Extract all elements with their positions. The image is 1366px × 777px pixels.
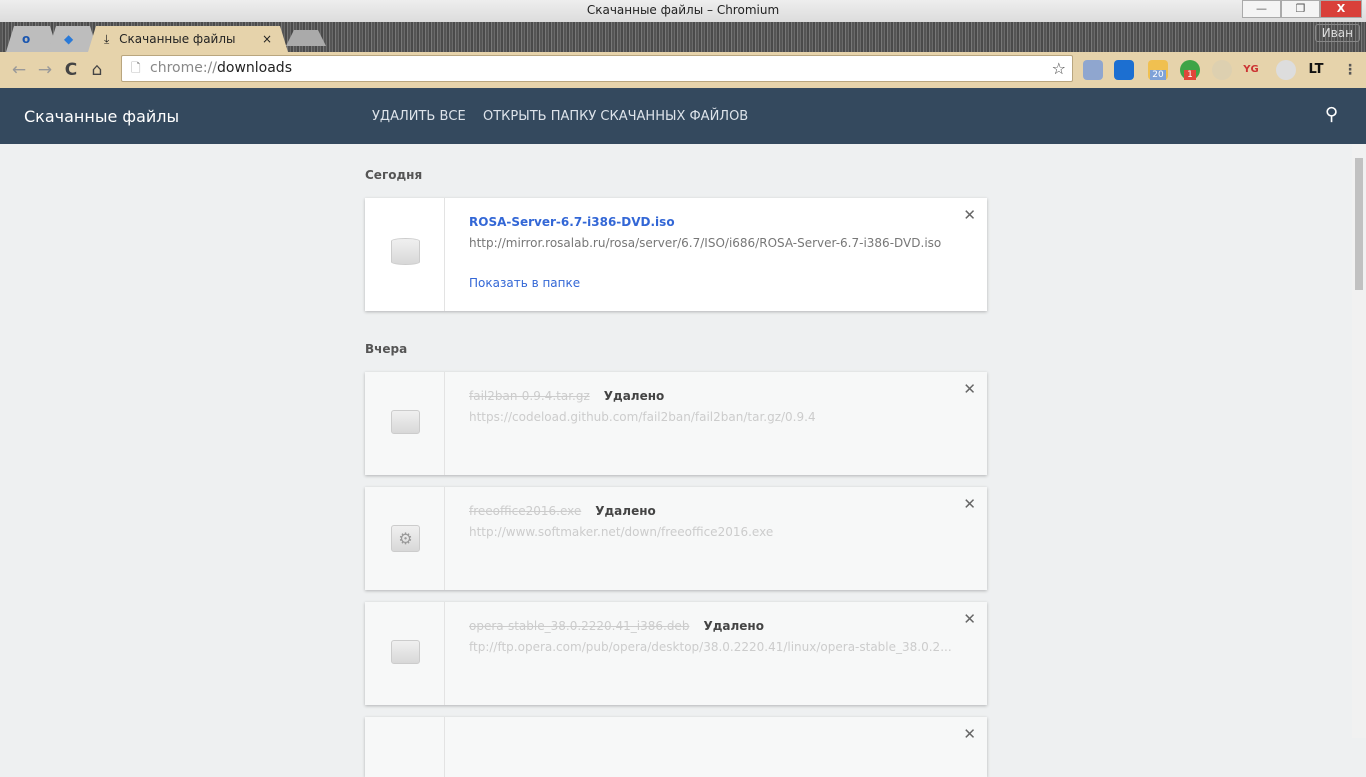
search-icon[interactable]: ⚲ bbox=[1325, 104, 1338, 125]
download-item: fail2ban-0.9.4.tar.gz Удалено https://cod… bbox=[365, 372, 987, 475]
address-bar[interactable]: 🗋 chrome://downloads ☆ bbox=[121, 55, 1073, 82]
section-today: Сегодня bbox=[365, 168, 423, 182]
remove-icon[interactable]: ✕ bbox=[963, 610, 976, 628]
clear-all-button[interactable]: УДАЛИТЬ ВСЕ bbox=[372, 109, 466, 124]
remove-icon[interactable]: ✕ bbox=[963, 725, 976, 743]
status-deleted: Удалено bbox=[603, 389, 665, 403]
extension-icon[interactable] bbox=[1212, 60, 1232, 80]
scrollbar-thumb[interactable] bbox=[1355, 158, 1363, 290]
section-yesterday: Вчера bbox=[365, 342, 408, 356]
yg-extension-icon[interactable]: YG bbox=[1241, 60, 1261, 80]
browser-toolbar: ← → C ⌂ 🗋 chrome://downloads ☆ 20 1 YG L… bbox=[0, 52, 1366, 88]
tab-title: Скачанные файлы bbox=[119, 32, 236, 46]
open-downloads-folder-button[interactable]: ОТКРЫТЬ ПАПКУ СКАЧАННЫХ ФАЙЛОВ bbox=[483, 109, 748, 124]
disc-file-icon bbox=[391, 238, 420, 265]
file-name: opera-stable_38.0.2220.41_i386.deb bbox=[469, 619, 690, 633]
mail-extension-icon[interactable] bbox=[1083, 60, 1103, 80]
pushbullet-extension-icon[interactable]: 1 bbox=[1180, 60, 1200, 80]
show-in-folder-link[interactable]: Показать в папке bbox=[469, 276, 580, 290]
remove-icon[interactable]: ✕ bbox=[963, 495, 976, 513]
profile-button[interactable]: Иван bbox=[1314, 24, 1360, 42]
download-item-partial: ✕ bbox=[365, 717, 987, 777]
downloads-header: Скачанные файлы УДАЛИТЬ ВСЕ ОТКРЫТЬ ПАПК… bbox=[0, 88, 1366, 144]
bookmark-star-icon[interactable]: ☆ bbox=[1052, 56, 1066, 81]
page-icon: 🗋 bbox=[131, 61, 141, 75]
back-button[interactable]: ← bbox=[6, 60, 32, 80]
tab-downloads[interactable]: ⤓ Скачанные файлы × bbox=[88, 26, 288, 52]
gear-file-icon: ⚙ bbox=[391, 525, 420, 552]
tab-close-button[interactable]: × bbox=[262, 26, 272, 52]
download-icon: ⤓ bbox=[104, 32, 110, 46]
url-scheme: chrome:// bbox=[150, 60, 217, 76]
close-window-button[interactable]: X bbox=[1320, 0, 1362, 18]
page-title: Скачанные файлы bbox=[24, 107, 180, 126]
new-tab-button[interactable] bbox=[286, 30, 326, 46]
tab-favicon: ◆ bbox=[64, 32, 74, 46]
file-url[interactable]: http://www.softmaker.net/down/freeoffice… bbox=[469, 525, 773, 539]
weather-badge: 20 bbox=[1150, 70, 1166, 80]
archive-file-icon bbox=[391, 640, 420, 664]
window-titlebar: Скачанные файлы – Chromium — ❐ X bbox=[0, 0, 1366, 22]
file-url[interactable]: ftp://ftp.opera.com/pub/opera/desktop/38… bbox=[469, 640, 952, 654]
chrome-menu-icon[interactable]: ⋮ bbox=[1340, 60, 1360, 80]
file-name: fail2ban-0.9.4.tar.gz bbox=[469, 389, 590, 403]
tab-favicon: o bbox=[22, 32, 31, 46]
file-name: freeoffice2016.exe bbox=[469, 504, 582, 518]
restore-button[interactable]: ❐ bbox=[1281, 0, 1320, 18]
forward-button[interactable]: → bbox=[32, 60, 58, 80]
minimize-button[interactable]: — bbox=[1242, 0, 1281, 18]
file-url[interactable]: http://mirror.rosalab.ru/rosa/server/6.7… bbox=[469, 236, 941, 250]
tab-strip: o ◆ ⤓ Скачанные файлы × Иван bbox=[0, 22, 1366, 52]
target-extension-icon[interactable] bbox=[1114, 60, 1134, 80]
status-deleted: Удалено bbox=[595, 504, 656, 518]
file-name-link[interactable]: ROSA-Server-6.7-i386-DVD.iso bbox=[469, 215, 675, 229]
status-deleted: Удалено bbox=[703, 619, 764, 633]
reload-button[interactable]: C bbox=[58, 60, 84, 80]
download-item: ⚙ freeoffice2016.exe Удалено http://www.s… bbox=[365, 487, 987, 590]
remove-icon[interactable]: ✕ bbox=[963, 380, 976, 398]
window-title: Скачанные файлы – Chromium bbox=[586, 3, 780, 17]
disc-extension-icon[interactable] bbox=[1276, 60, 1296, 80]
home-button[interactable]: ⌂ bbox=[84, 60, 110, 80]
url-path: downloads bbox=[217, 60, 292, 76]
remove-icon[interactable]: ✕ bbox=[963, 206, 976, 224]
scrollbar[interactable] bbox=[1352, 144, 1366, 738]
download-item: ROSA-Server-6.7-i386-DVD.iso http://mirr… bbox=[365, 198, 987, 311]
file-url[interactable]: https://codeload.github.com/fail2ban/fai… bbox=[469, 410, 816, 424]
archive-file-icon bbox=[391, 410, 420, 434]
languagetool-extension-icon[interactable]: LT bbox=[1306, 60, 1326, 80]
download-item: opera-stable_38.0.2220.41_i386.deb Удален… bbox=[365, 602, 987, 705]
pushbullet-badge: 1 bbox=[1184, 70, 1196, 80]
weather-extension-icon[interactable]: 20 bbox=[1148, 60, 1168, 80]
